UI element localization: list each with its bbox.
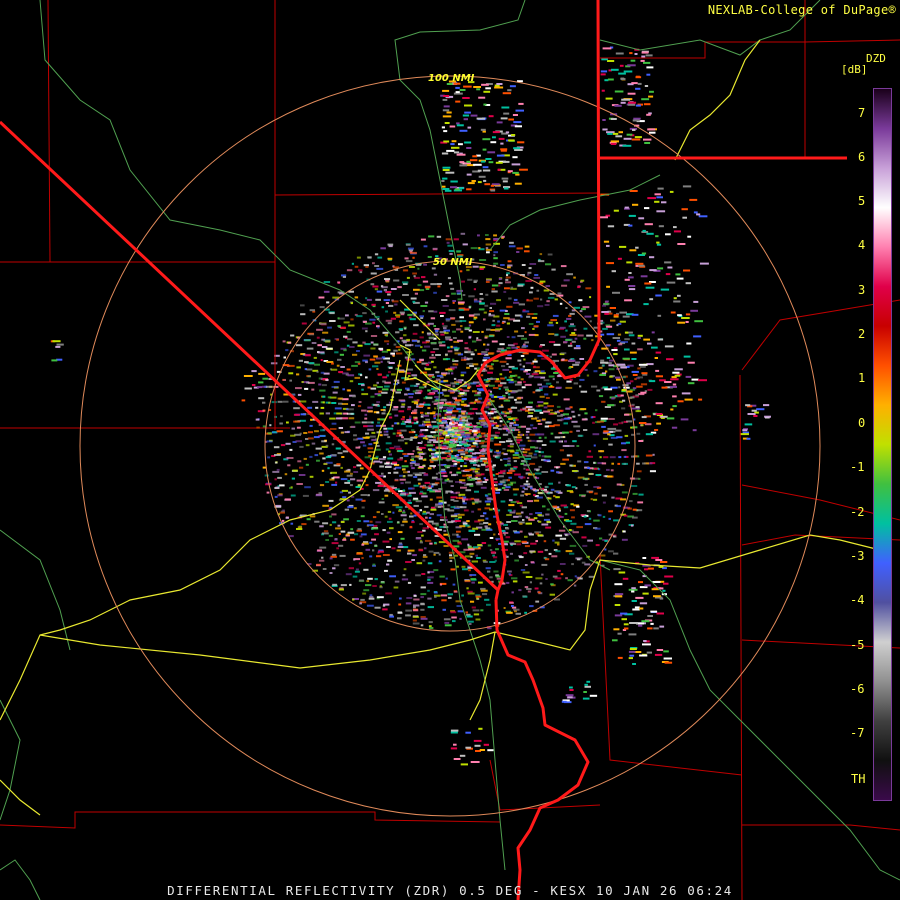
legend-tick: 2 (858, 327, 866, 341)
legend-tick: -4 (850, 593, 865, 607)
legend-tick: 6 (858, 150, 866, 164)
legend-tick: -7 (850, 726, 865, 740)
legend-tick: -5 (850, 638, 865, 652)
legend-unit: [dB] (841, 63, 868, 76)
legend-tick: TH (851, 772, 866, 786)
radar-map (0, 0, 900, 900)
ring-label-100: 100 NMI (428, 73, 475, 84)
legend-tick: -1 (850, 460, 865, 474)
legend-tick: 7 (858, 106, 866, 120)
legend-tick: 4 (858, 238, 866, 252)
ring-label-50: 50 NMI (433, 257, 473, 268)
legend-tick: -2 (850, 505, 865, 519)
colorbar (873, 88, 892, 801)
legend-tick: 3 (858, 283, 866, 297)
product-caption: DIFFERENTIAL REFLECTIVITY (ZDR) 0.5 DEG … (167, 883, 733, 898)
legend-tick: 1 (858, 371, 866, 385)
legend-tick: 0 (858, 416, 866, 430)
radar-echoes (50, 46, 771, 766)
legend-tick: -6 (850, 682, 865, 696)
legend-tick: -3 (850, 549, 865, 563)
legend-product: DZD (866, 52, 886, 65)
credit-label: NEXLAB-College of DuPage® (707, 3, 896, 17)
state-borders (0, 0, 847, 900)
legend-tick: 5 (858, 194, 866, 208)
